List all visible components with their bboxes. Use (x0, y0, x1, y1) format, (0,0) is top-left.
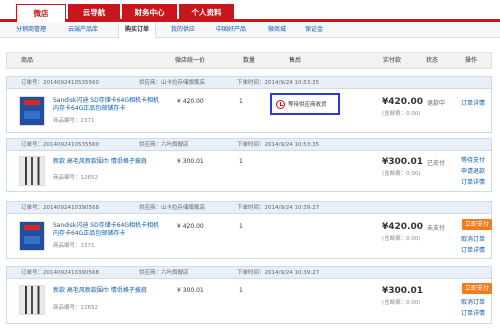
col-aftersale: 售后 (289, 57, 302, 64)
order-header: 订单号：20140924105355​60 供应商：六叶旗舰店 下单时间：201… (7, 139, 491, 151)
product-code: 商品编号：12652 (53, 175, 98, 181)
product-name-link[interactable]: Sandisk闪迪 SD存储卡64G相机卡相机内存卡64G正品包邮储存卡 (53, 222, 163, 238)
subnav-distributor-manage[interactable]: 分销商管理 (10, 22, 52, 37)
pay-now-button[interactable]: 立即支付 (462, 283, 492, 294)
order-header: 订单号：20140924103905​68 供应商：六叶旗舰店 下单时间：201… (7, 267, 491, 279)
order-time: 下单时间：2014/9/24 10:39:27 (237, 270, 320, 276)
clock-icon (276, 100, 285, 109)
orders-table-header: 商品 微店统一价 数量 售后 实付款 状态 操作 (6, 52, 492, 69)
quantity: 1 (239, 223, 243, 230)
order-card: 订单号：20140924105355​60 供应商：山卡拉存储旗舰店 下单时间：… (6, 76, 492, 133)
order-time: 下单时间：2014/9/24 10:39:27 (237, 205, 320, 211)
quantity: 1 (239, 98, 243, 105)
order-number: 订单号：20140924105355​60 (21, 142, 99, 148)
unit-price: ¥ 300.01 (177, 287, 204, 294)
col-paid: 实付款 (383, 57, 402, 64)
order-number: 订单号：20140924103905​68 (21, 205, 99, 211)
product-name-link[interactable]: Sandisk闪迪 SD存储卡64G相机卡相机内存卡64G正品包邮储存卡 (53, 97, 163, 113)
subnav-micro-mall[interactable]: 微商城 (262, 22, 292, 37)
product-thumbnail[interactable] (19, 285, 45, 315)
order-detail-link[interactable]: 订单详情 (461, 98, 485, 107)
order-supplier: 供应商：六叶旗舰店 (139, 142, 189, 148)
col-status: 状态 (426, 57, 439, 64)
product-thumbnail[interactable] (19, 221, 45, 251)
order-status: 已支付 (427, 160, 446, 167)
col-product: 商品 (21, 57, 34, 64)
product-code: 商品编号：12652 (53, 305, 98, 311)
unit-price: ¥ 420.00 (177, 98, 204, 105)
product-name-link[interactable]: 新款 高毛风新款围巾 情侣格子披肩 (53, 158, 163, 166)
col-action: 操作 (465, 57, 478, 64)
waiting-payment-link[interactable]: 等待支付 (461, 155, 485, 164)
paid-amount: ¥300.01 (382, 286, 423, 296)
paid-amount: ¥300.01 (382, 157, 423, 167)
request-refund-link[interactable]: 申请退款 (461, 166, 485, 175)
order-number: 订单号：20140924105355​60 (21, 80, 99, 86)
aftersale-status-text: 等待供应商收货 (288, 102, 327, 108)
top-navigation: 微店 云导航 财务中心 个人资料 (0, 0, 500, 22)
aftersale-status-box: 等待供应商收货 (270, 93, 340, 115)
order-detail-link[interactable]: 订单详情 (461, 177, 485, 186)
pay-now-button[interactable]: 立即支付 (462, 219, 492, 230)
paid-amount: ¥420.00 (382, 97, 423, 107)
tab-cloud-nav[interactable]: 云导航 (68, 4, 120, 22)
order-supplier: 供应商：六叶旗舰店 (139, 270, 189, 276)
order-number: 订单号：20140924103905​68 (21, 270, 99, 276)
subnav-cloud-product-lib[interactable]: 云端产品库 (62, 22, 104, 37)
order-detail-link[interactable]: 订单详情 (461, 245, 485, 254)
product-thumbnail[interactable] (19, 156, 45, 186)
order-supplier: 供应商：山卡拉存储旗舰店 (139, 80, 206, 86)
cancel-order-link[interactable]: 取消订单 (461, 297, 485, 306)
order-status: 退款中 (427, 100, 446, 107)
order-time: 下单时间：2014/9/24 10:53:35 (237, 80, 320, 86)
subnav-purchase-orders[interactable]: 购买订单 (118, 22, 156, 38)
order-card: 订单号：20140924103905​68 供应商：六叶旗舰店 下单时间：201… (6, 266, 492, 324)
product-thumbnail[interactable] (19, 96, 45, 126)
tab-finance-center[interactable]: 财务中心 (122, 4, 177, 22)
col-qty: 数量 (243, 57, 256, 64)
order-time: 下单时间：2014/9/24 10:53:35 (237, 142, 320, 148)
subnav-deposit[interactable]: 保证金 (300, 22, 328, 37)
subnav-my-supply[interactable]: 我的供应 (166, 22, 200, 37)
shipping-fee: (含邮费：0.00) (382, 236, 421, 242)
product-code: 商品编号：2371 (53, 243, 95, 249)
shipping-fee: (含邮费：0.00) (382, 111, 421, 117)
order-card: 订单号：20140924105355​60 供应商：六叶旗舰店 下单时间：201… (6, 138, 492, 192)
tab-profile[interactable]: 个人资料 (179, 4, 234, 22)
quantity: 1 (239, 287, 243, 294)
subnav-china-good-products[interactable]: 中国好产品 (210, 22, 252, 37)
shipping-fee: (含邮费：0.00) (382, 171, 421, 177)
unit-price: ¥ 420.00 (177, 223, 204, 230)
order-header: 订单号：20140924103905​68 供应商：山卡拉存储旗舰店 下单时间：… (7, 202, 491, 214)
order-supplier: 供应商：山卡拉存储旗舰店 (139, 205, 206, 211)
order-status: 未支付 (427, 225, 446, 232)
product-code: 商品编号：2371 (53, 118, 95, 124)
order-card: 订单号：20140924103905​68 供应商：山卡拉存储旗舰店 下单时间：… (6, 201, 492, 259)
paid-amount: ¥420.00 (382, 222, 423, 232)
order-header: 订单号：20140924105355​60 供应商：山卡拉存储旗舰店 下单时间：… (7, 77, 491, 89)
sub-navigation: 分销商管理 云端产品库 购买订单 我的供应 中国好产品 微商城 保证金 (0, 22, 500, 38)
shipping-fee: (含邮费：0.00) (382, 300, 421, 306)
quantity: 1 (239, 158, 243, 165)
product-name-link[interactable]: 新款 高毛风新款围巾 情侣格子披肩 (53, 287, 163, 295)
tab-weidian[interactable]: 微店 (16, 4, 66, 22)
order-detail-link[interactable]: 订单详情 (461, 308, 485, 317)
col-price: 微店统一价 (175, 57, 206, 64)
cancel-order-link[interactable]: 取消订单 (461, 234, 485, 243)
unit-price: ¥ 300.01 (177, 158, 204, 165)
